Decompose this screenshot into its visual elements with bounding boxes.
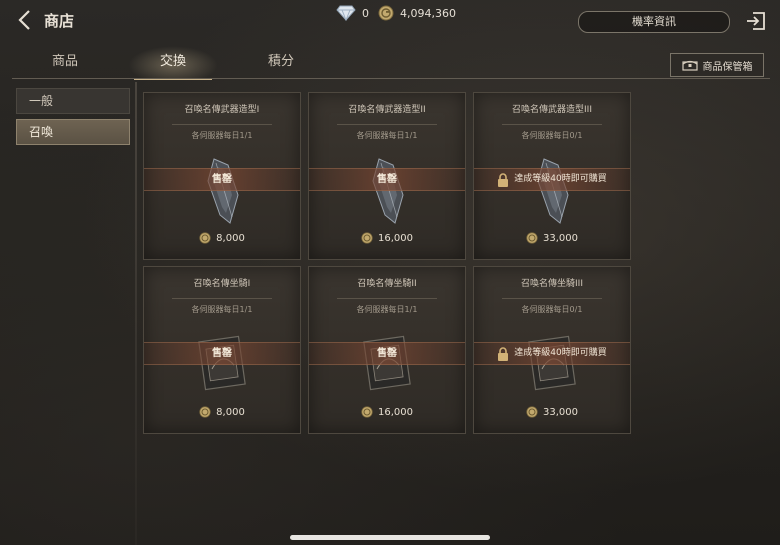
- probability-info-button[interactable]: 機率資訊: [578, 11, 730, 33]
- top-bar: 商店 0 4,094,360 機率資訊: [0, 0, 780, 40]
- gold-coin-icon: [199, 232, 211, 244]
- status-label: 售罄: [377, 174, 397, 185]
- product-card[interactable]: 召喚名傳坐騎I 各伺服器每日1/1 售罄 8,000: [143, 266, 301, 434]
- card-separator: [337, 298, 437, 299]
- sold-out-banner: 售罄: [144, 168, 300, 191]
- lock-icon: [498, 346, 509, 361]
- price-amount: 16,000: [378, 232, 413, 244]
- tab-divider: [12, 78, 770, 79]
- product-card[interactable]: 召喚名傳武器造型III 各伺服器每日0/1 達成等級40時即可購買 33,000: [473, 92, 631, 260]
- diamond-amount: 0: [362, 6, 369, 20]
- product-image: [524, 329, 580, 403]
- price-amount: 33,000: [543, 406, 578, 418]
- gold-coin-icon: [526, 232, 538, 244]
- shop-tabs: 商品 交換 積分: [0, 46, 780, 80]
- product-name: 召喚名傳坐騎I: [193, 279, 251, 289]
- product-image: [359, 329, 415, 403]
- product-image: [524, 155, 580, 229]
- tab-goods[interactable]: 商品: [20, 46, 110, 78]
- tab-exchange[interactable]: 交換: [128, 46, 218, 80]
- product-image: [194, 329, 250, 403]
- level-lock-banner: 達成等級40時即可購買: [474, 342, 630, 365]
- status-label: 售罄: [377, 348, 397, 359]
- product-price: 16,000: [309, 406, 465, 418]
- page-title: 商店: [44, 12, 75, 30]
- purchase-limit: 各伺服器每日1/1: [191, 131, 253, 140]
- item-storage-button[interactable]: 商品保管箱: [670, 53, 764, 77]
- product-card[interactable]: 召喚名傳坐騎III 各伺服器每日0/1 達成等級40時即可購買 33,000: [473, 266, 631, 434]
- sold-out-banner: 售罄: [144, 342, 300, 365]
- status-label: 達成等級40時即可購買: [514, 174, 607, 184]
- product-price: 33,000: [474, 232, 630, 244]
- item-storage-label: 商品保管箱: [702, 61, 753, 73]
- sidebar-divider: [135, 82, 137, 545]
- product-name: 召喚名傳武器造型I: [184, 105, 260, 115]
- gold-coin-icon: [526, 406, 538, 418]
- product-name: 召喚名傳武器造型II: [348, 105, 426, 115]
- gold-coin-icon: [361, 232, 373, 244]
- sidebar-item-general[interactable]: 一般: [16, 88, 130, 114]
- gold-coin-icon: [199, 406, 211, 418]
- gold-coin-icon: [361, 406, 373, 418]
- sidebar-item-summon[interactable]: 召喚: [16, 119, 130, 145]
- purchase-limit: 各伺服器每日0/1: [521, 131, 583, 140]
- product-price: 16,000: [309, 232, 465, 244]
- card-separator: [337, 124, 437, 125]
- status-label: 售罄: [212, 348, 232, 359]
- exit-button[interactable]: [744, 9, 768, 33]
- tab-points[interactable]: 積分: [236, 46, 326, 78]
- card-separator: [502, 298, 602, 299]
- exit-icon: [747, 12, 765, 30]
- price-amount: 16,000: [378, 406, 413, 418]
- back-button[interactable]: [14, 8, 38, 32]
- mount-icon: [198, 335, 246, 391]
- category-sidebar: 一般 召喚: [16, 88, 130, 150]
- lock-icon: [498, 172, 509, 187]
- price-amount: 33,000: [543, 232, 578, 244]
- product-card[interactable]: 召喚名傳坐騎II 各伺服器每日1/1 售罄 16,000: [308, 266, 466, 434]
- purchase-limit: 各伺服器每日1/1: [356, 305, 418, 314]
- gold-currency: 4,094,360: [378, 5, 456, 21]
- product-name: 召喚名傳武器造型III: [512, 105, 592, 115]
- gold-coin-icon: [378, 5, 394, 21]
- weapon-costume-icon: [537, 158, 569, 224]
- product-price: 8,000: [144, 232, 300, 244]
- home-indicator[interactable]: [290, 535, 490, 540]
- chest-icon: [681, 60, 698, 71]
- product-name: 召喚名傳坐騎III: [521, 279, 583, 289]
- price-amount: 8,000: [216, 406, 245, 418]
- weapon-costume-icon: [372, 158, 404, 224]
- card-separator: [502, 124, 602, 125]
- status-label: 售罄: [212, 174, 232, 185]
- chevron-left-icon: [18, 10, 30, 30]
- product-price: 33,000: [474, 406, 630, 418]
- card-separator: [172, 298, 272, 299]
- product-image: [194, 155, 250, 229]
- product-image: [359, 155, 415, 229]
- mount-icon: [363, 335, 411, 391]
- sold-out-banner: 售罄: [309, 168, 465, 191]
- purchase-limit: 各伺服器每日1/1: [191, 305, 253, 314]
- diamond-icon: [336, 5, 356, 21]
- product-price: 8,000: [144, 406, 300, 418]
- gold-amount: 4,094,360: [400, 6, 456, 20]
- purchase-limit: 各伺服器每日1/1: [356, 131, 418, 140]
- diamond-currency: 0: [336, 5, 369, 21]
- mount-icon: [528, 335, 576, 391]
- product-card[interactable]: 召喚名傳武器造型I 各伺服器每日1/1 售罄 8,000: [143, 92, 301, 260]
- product-card[interactable]: 召喚名傳武器造型II 各伺服器每日1/1 售罄 16,000: [308, 92, 466, 260]
- status-label: 達成等級40時即可購買: [514, 348, 607, 358]
- purchase-limit: 各伺服器每日0/1: [521, 305, 583, 314]
- sold-out-banner: 售罄: [309, 342, 465, 365]
- weapon-costume-icon: [207, 158, 239, 224]
- card-separator: [172, 124, 272, 125]
- product-name: 召喚名傳坐騎II: [357, 279, 417, 289]
- level-lock-banner: 達成等級40時即可購買: [474, 168, 630, 191]
- price-amount: 8,000: [216, 232, 245, 244]
